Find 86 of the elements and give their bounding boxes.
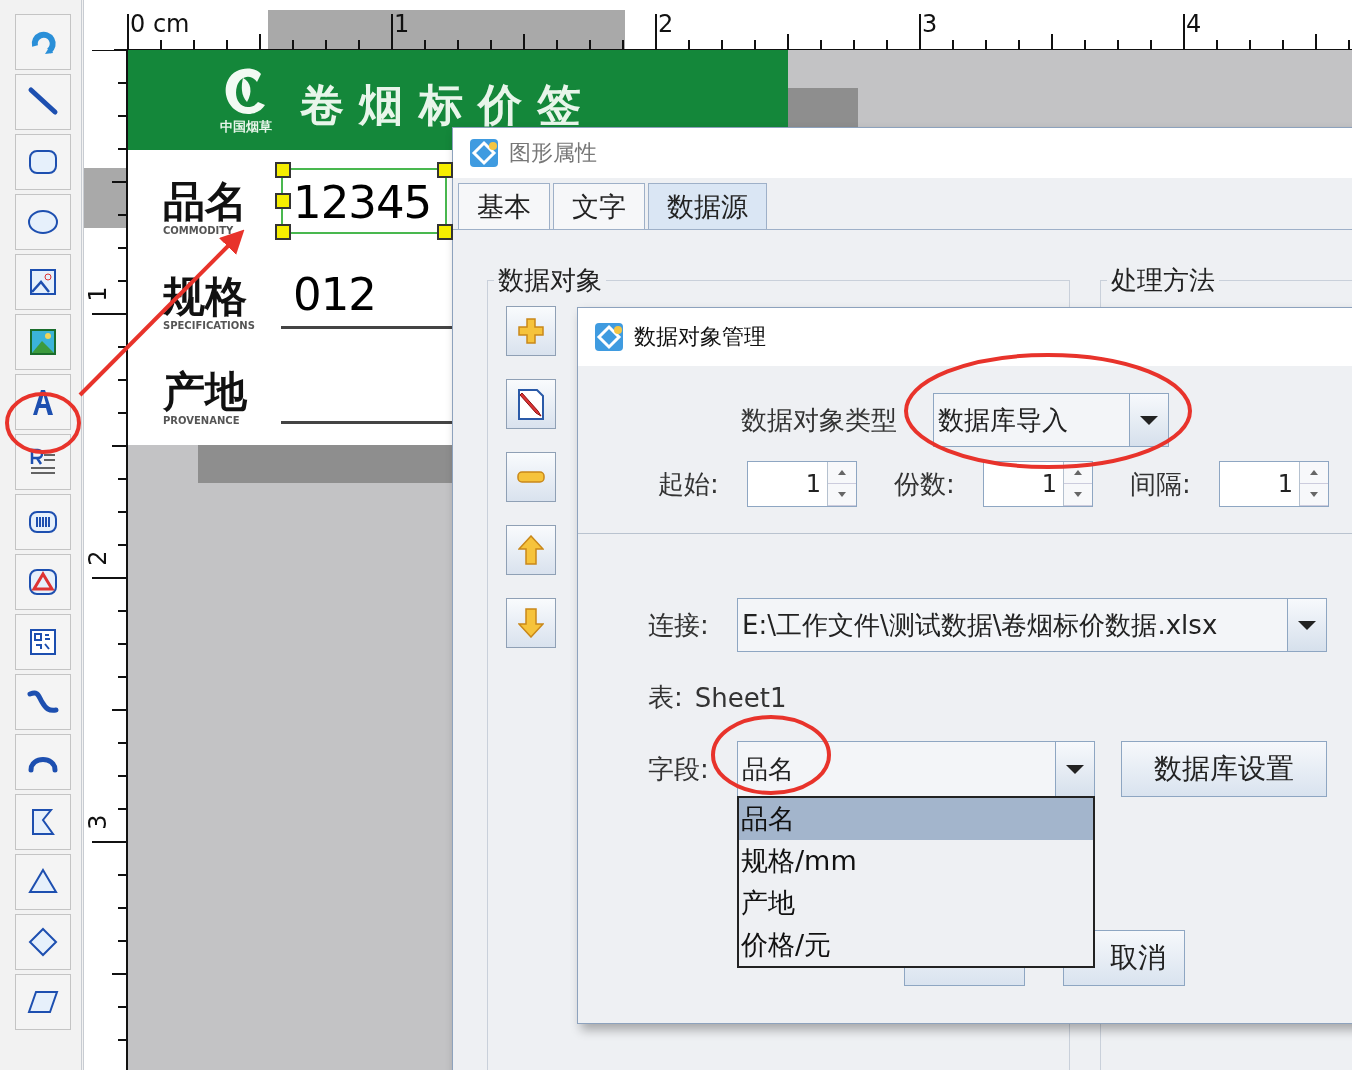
tool-button[interactable] bbox=[15, 734, 71, 790]
connection-label: 连接: bbox=[648, 608, 710, 642]
tool-button[interactable] bbox=[15, 314, 71, 370]
ruler-label: 4 bbox=[1186, 12, 1202, 36]
tool-button[interactable] bbox=[15, 854, 71, 910]
type-dropdown[interactable]: 数据库导入 bbox=[933, 393, 1169, 447]
dialog-title: 图形属性 bbox=[509, 139, 597, 167]
tool-button[interactable] bbox=[15, 614, 71, 670]
resize-handle[interactable] bbox=[275, 224, 291, 240]
tab[interactable]: 基本 bbox=[458, 183, 550, 229]
tool-button[interactable] bbox=[15, 494, 71, 550]
table-label: 表: bbox=[648, 681, 683, 714]
ruler-label: 3 bbox=[922, 12, 938, 36]
tool-button[interactable] bbox=[15, 374, 71, 430]
connection-dropdown[interactable]: E:\工作文件\测试数据\卷烟标价数据.xlsx bbox=[737, 598, 1327, 652]
field-name: 品名 bbox=[163, 180, 248, 225]
field-english-name: COMMODITY bbox=[163, 224, 235, 238]
selected-text-object[interactable]: 12345 bbox=[275, 162, 453, 240]
tool-button[interactable] bbox=[15, 554, 71, 610]
edit-document-icon bbox=[516, 387, 546, 421]
line-icon bbox=[27, 86, 59, 118]
table-name: Sheet1 bbox=[694, 682, 787, 713]
landscape-icon bbox=[27, 326, 59, 358]
resize-handle[interactable] bbox=[437, 224, 453, 240]
ruler-label: 3 bbox=[85, 814, 110, 830]
minus-icon bbox=[517, 471, 545, 483]
tab[interactable]: 文字 bbox=[553, 183, 645, 229]
app-icon bbox=[469, 138, 499, 168]
picture-icon bbox=[27, 266, 59, 298]
tool-button[interactable] bbox=[15, 674, 71, 730]
number-spinner[interactable]: 1 bbox=[1219, 461, 1329, 507]
spin-up-icon bbox=[838, 470, 846, 475]
tool-button[interactable] bbox=[15, 194, 71, 250]
dropdown-option[interactable]: 品名 bbox=[739, 798, 1093, 840]
tool-button[interactable] bbox=[15, 974, 71, 1030]
tool-button[interactable] bbox=[15, 134, 71, 190]
spinner-label: 起始: bbox=[658, 467, 720, 501]
spin-down-icon bbox=[1074, 492, 1082, 497]
arrow-up-icon bbox=[518, 535, 544, 565]
logo-caption: 中国烟草 bbox=[220, 118, 272, 136]
spin-up-icon bbox=[1074, 470, 1082, 475]
field-english-name: SPECIFICATIONS bbox=[163, 319, 256, 333]
tab[interactable]: 数据源 bbox=[648, 183, 767, 229]
caret-icon bbox=[1139, 414, 1159, 426]
resize-handle[interactable] bbox=[437, 162, 453, 178]
triangle-symbol-icon bbox=[27, 566, 59, 598]
tool-button[interactable] bbox=[15, 914, 71, 970]
tool-button[interactable] bbox=[15, 794, 71, 850]
dropdown-option[interactable]: 规格/mm bbox=[739, 840, 1093, 882]
resize-handle[interactable] bbox=[275, 193, 291, 209]
arrow-down-icon bbox=[518, 608, 544, 638]
caret-icon bbox=[1065, 763, 1085, 775]
spinner-label: 间隔: bbox=[1130, 467, 1192, 501]
spin-down-icon bbox=[838, 492, 846, 497]
field-value: 12345 bbox=[293, 176, 432, 230]
caret-icon bbox=[1297, 619, 1317, 631]
number-spinner[interactable]: 1 bbox=[747, 461, 857, 507]
diamond-icon bbox=[27, 926, 59, 958]
ruler-label: 0 cm bbox=[130, 12, 190, 36]
number-spinner[interactable]: 1 bbox=[983, 461, 1093, 507]
app-icon bbox=[594, 322, 624, 352]
type-label: 数据对象类型 bbox=[741, 403, 897, 437]
field-label: 字段: bbox=[648, 752, 710, 786]
spin-up-icon bbox=[1310, 470, 1318, 475]
ruler-label: 2 bbox=[85, 550, 110, 566]
qr-code-icon bbox=[27, 626, 59, 658]
spin-down-icon bbox=[1310, 492, 1318, 497]
ruler-label: 1 bbox=[85, 286, 110, 302]
label-title: 卷 烟 标 价 签 bbox=[300, 77, 582, 132]
database-settings-button[interactable]: 数据库设置 bbox=[1121, 741, 1327, 797]
ruler-label: 2 bbox=[658, 12, 674, 36]
resize-handle[interactable] bbox=[275, 162, 291, 178]
tool-button[interactable] bbox=[15, 254, 71, 310]
toolbar-button[interactable] bbox=[506, 379, 556, 429]
tool-button[interactable] bbox=[15, 14, 71, 70]
ruler-label: 1 bbox=[394, 12, 410, 36]
field-name: 产地 bbox=[163, 370, 248, 415]
dropdown-option[interactable]: 产地 bbox=[739, 882, 1093, 924]
tool-button[interactable] bbox=[15, 74, 71, 130]
field-english-name: PROVENANCE bbox=[163, 414, 241, 428]
plus-icon bbox=[517, 317, 545, 345]
dialog-title: 数据对象管理 bbox=[634, 323, 766, 351]
ruler-highlight bbox=[84, 168, 128, 228]
spinner-label: 份数: bbox=[894, 467, 956, 501]
field-value: 012 bbox=[293, 268, 376, 322]
tool-button[interactable] bbox=[15, 434, 71, 490]
